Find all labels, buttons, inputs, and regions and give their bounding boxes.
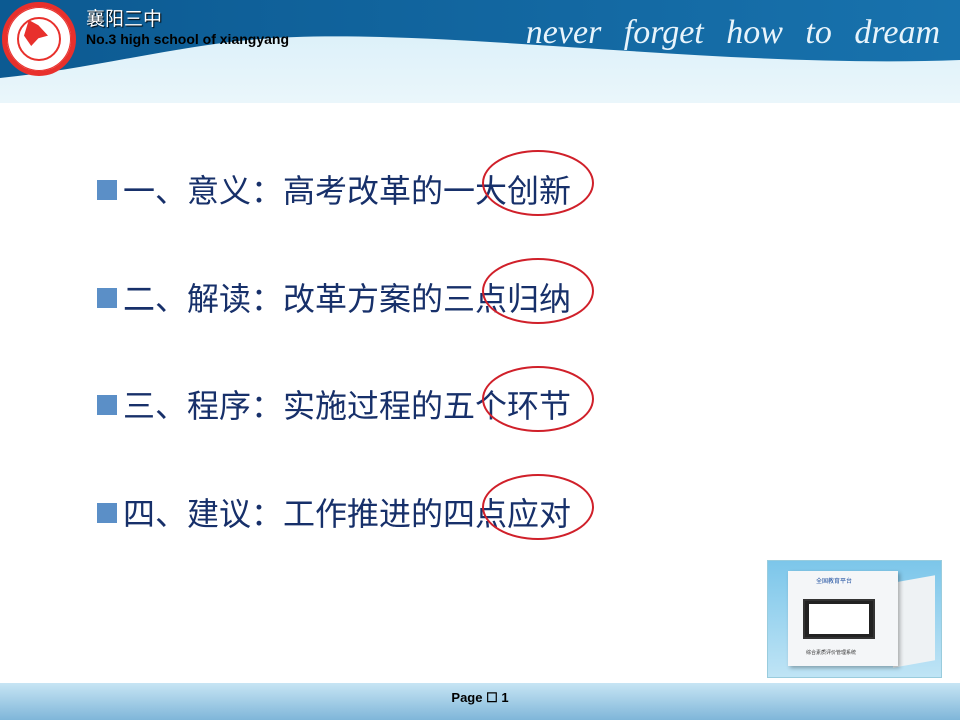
school-name-en: No.3 high school of xiangyang (86, 31, 290, 47)
highlight-ellipse (482, 258, 594, 324)
platform-screenshot-image: 全国教育平台 综合素质评价管理系统 (767, 560, 942, 678)
page-number: Page ☐ 1 (451, 690, 509, 705)
slide-header: 襄阳三中 No.3 high school of xiangyang never… (0, 0, 960, 103)
highlight-ellipse (482, 474, 594, 540)
bullet-square-icon (97, 288, 117, 308)
bullet-square-icon (97, 395, 117, 415)
system-name: 综合素质评价管理系统 (806, 650, 857, 656)
school-seal-logo (2, 2, 76, 76)
highlight-ellipse (482, 150, 594, 216)
slogan: never forget how to dream (525, 14, 940, 51)
highlight-ellipse (482, 366, 594, 432)
bullet-square-icon (97, 503, 117, 523)
platform-title: 全国教育平台 (816, 578, 853, 585)
bullet-square-icon (97, 180, 117, 200)
school-name-cn: 襄阳三中 (86, 8, 163, 30)
